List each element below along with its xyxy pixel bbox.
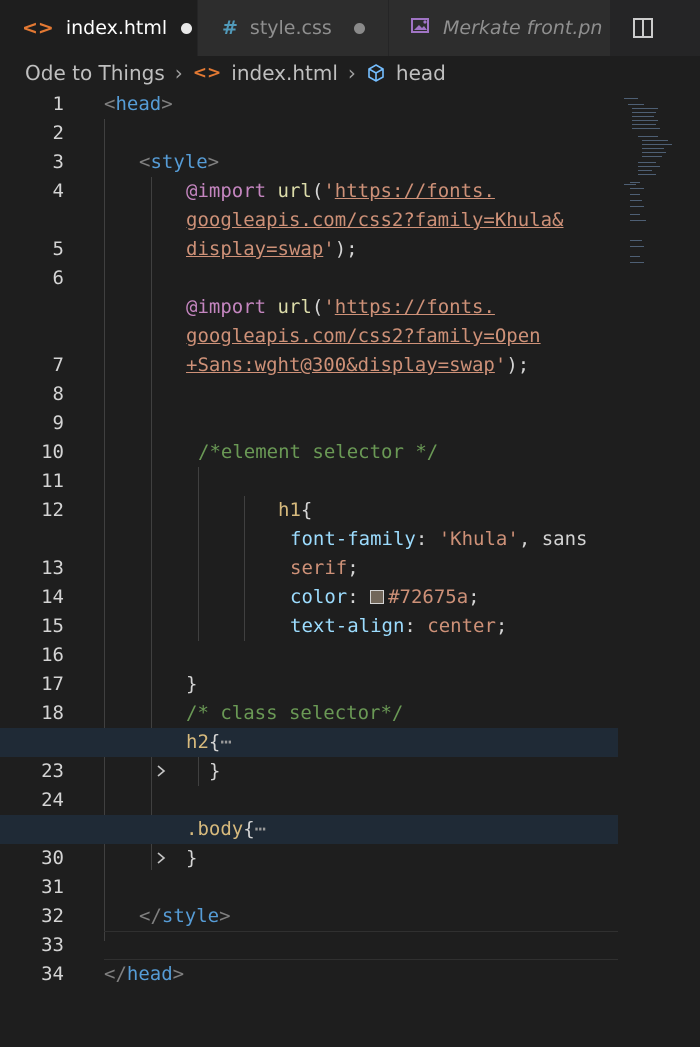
code-line-wrap: display=swap'); [186, 238, 358, 260]
link-url[interactable]: display=swap [186, 238, 323, 260]
minimap-line [632, 124, 656, 125]
minimap-line [632, 128, 660, 129]
minimap-line [642, 140, 668, 141]
minimap-line [642, 152, 666, 153]
tab-bar: <> index.html # style.css Merkate front.… [0, 0, 700, 56]
code-line: @import url('https://fonts. [186, 180, 495, 202]
code-line: font-family: 'Khula', sans [290, 528, 588, 550]
code-line: } [209, 760, 221, 782]
split-editor-icon [633, 18, 653, 38]
cube-icon [366, 61, 386, 85]
code-line-wrap: +Sans:wght@300&display=swap'); [186, 354, 530, 376]
tab-label: Merkate front.pn [443, 17, 603, 39]
link-url[interactable]: https://fonts. [335, 180, 495, 202]
minimap-line [630, 188, 644, 189]
code-line: /*element selector */ [198, 441, 439, 463]
code-lines: <head> <style> @import url('https://font… [0, 90, 618, 1018]
code-line-wrap: googleapis.com/css2?family=Khula& [0, 206, 618, 235]
color-swatch-icon[interactable] [370, 590, 385, 604]
minimap-line [642, 148, 664, 149]
minimap-line [632, 120, 658, 121]
code-line: h1{ [278, 499, 313, 521]
minimap-line [628, 104, 644, 105]
css-file-icon: # [222, 17, 238, 39]
minimap-line [630, 262, 644, 263]
minimap-line [638, 136, 658, 137]
minimap-line [630, 214, 640, 215]
minimap-line [638, 166, 660, 167]
minimap-line [630, 220, 646, 221]
breadcrumb: Ode to Things › <> index.html › head [0, 56, 700, 90]
unsaved-dot-icon[interactable] [181, 22, 193, 34]
minimap-line [630, 194, 640, 195]
code-line-folded: h2{⋯ [0, 728, 618, 777]
breadcrumb-symbol[interactable]: head [396, 61, 446, 85]
minimap-line [632, 116, 654, 117]
code-line-wrap: serif; [290, 557, 359, 579]
code-line: /* class selector*/ [186, 702, 404, 724]
vertical-scrollbar[interactable] [690, 90, 700, 1015]
code-line: } [186, 673, 198, 695]
tab-style-css[interactable]: # style.css [198, 0, 388, 56]
code-line: </head> [104, 963, 185, 985]
breadcrumb-file[interactable]: index.html [231, 61, 338, 85]
code-line: color: #72675a; [290, 586, 480, 608]
minimap-line [630, 256, 640, 257]
minimap-line [642, 156, 662, 157]
code-line: <style> [139, 151, 220, 173]
minimap-line [630, 200, 642, 201]
minimap-line [630, 206, 644, 207]
code-line-wrap: googleapis.com/css2?family=Open [0, 322, 618, 351]
minimap-line [630, 246, 644, 247]
tab-merkate-front[interactable]: Merkate front.pn [389, 0, 610, 56]
split-editor-button[interactable] [610, 0, 700, 56]
minimap-line [632, 112, 656, 113]
link-url[interactable]: googleapis.com/css2?family=Khula& [186, 209, 564, 231]
minimap-line [642, 144, 672, 145]
minimap-line [638, 162, 656, 163]
tab-label: style.css [249, 17, 332, 39]
tab-label: index.html [65, 17, 168, 39]
chevron-right-icon: › [174, 61, 183, 85]
html-file-icon: <> [22, 17, 54, 39]
code-line-folded: .body{⋯ [0, 815, 618, 864]
minimap-line [630, 182, 640, 183]
code-line: } [186, 847, 198, 869]
link-url[interactable]: googleapis.com/css2?family=Open [186, 325, 541, 347]
link-url[interactable]: +Sans:wght@300&display=swap [186, 354, 495, 376]
minimap[interactable] [618, 90, 700, 1015]
minimap-line [638, 174, 656, 175]
unsaved-dot-icon[interactable] [353, 22, 365, 34]
code-line: text-align: center; [290, 615, 508, 637]
folded-ellipsis-icon[interactable]: ⋯ [220, 731, 231, 753]
image-file-icon [411, 17, 431, 40]
link-url[interactable]: https://fonts. [335, 296, 495, 318]
code-editor[interactable]: 1234567891011121314151617182223242930313… [0, 90, 700, 1015]
folded-ellipsis-icon[interactable]: ⋯ [255, 818, 266, 840]
minimap-line [624, 98, 638, 99]
code-line: </style> [139, 905, 231, 927]
chevron-right-icon: › [347, 61, 356, 85]
tab-index-html[interactable]: <> index.html [0, 0, 197, 56]
code-line: @import url('https://fonts. [186, 296, 495, 318]
minimap-line [638, 170, 652, 171]
minimap-line [624, 184, 636, 185]
minimap-line [632, 108, 658, 109]
breadcrumb-folder[interactable]: Ode to Things [25, 61, 165, 85]
code-line: <head> [104, 93, 173, 115]
minimap-line [630, 240, 642, 241]
html-file-icon: <> [192, 63, 222, 83]
